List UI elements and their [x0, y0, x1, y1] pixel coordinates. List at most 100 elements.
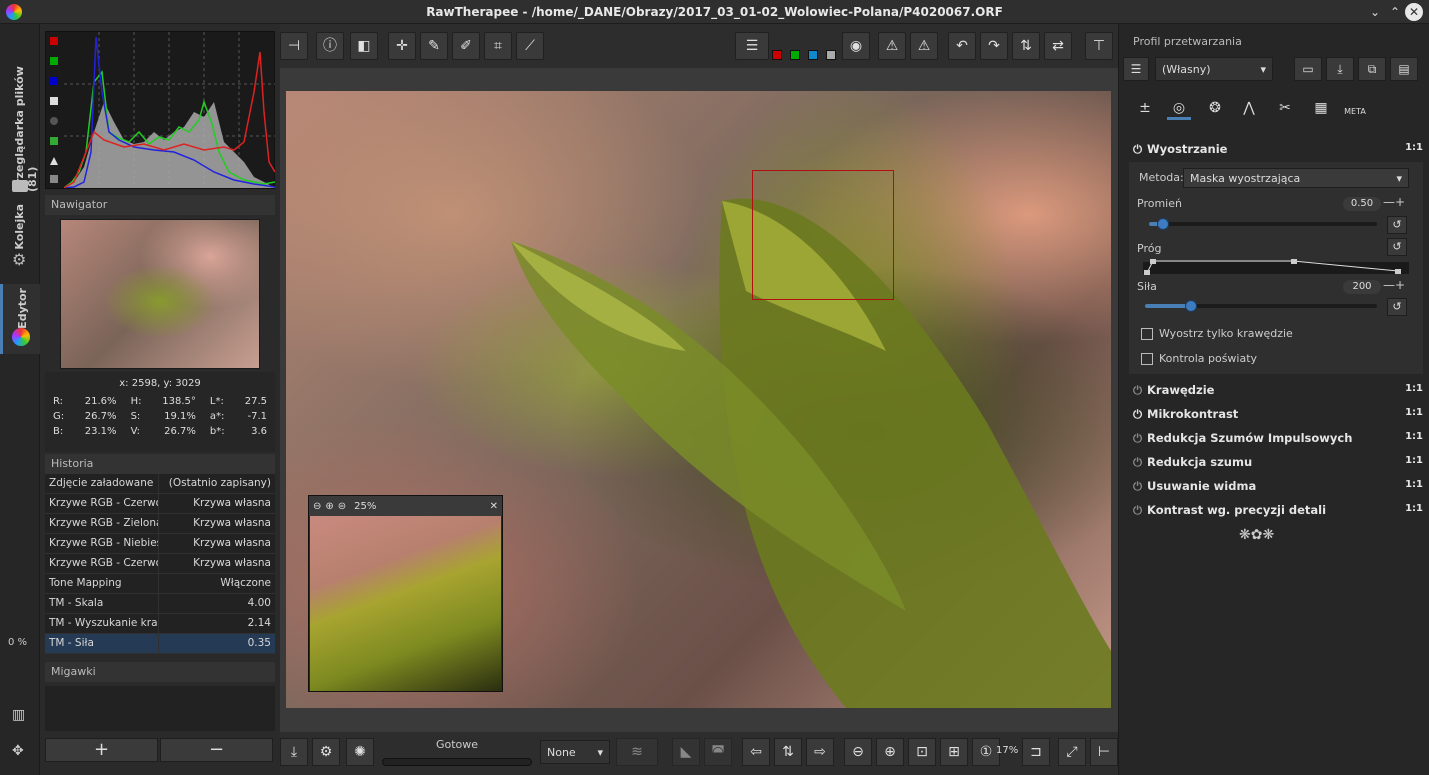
metadata-tab[interactable]: META: [1343, 96, 1367, 120]
clipped-shadows-button[interactable]: ⚠: [878, 32, 906, 60]
focus-mask-button[interactable]: ◉: [842, 32, 870, 60]
collapse-top-panel-button[interactable]: ⊤: [1085, 32, 1113, 60]
power-icon[interactable]: ⏻: [1133, 142, 1147, 157]
straighten-button[interactable]: ⟋: [516, 32, 544, 60]
method-select[interactable]: Maska wyostrzająca ▾: [1183, 168, 1409, 188]
bar-toggle[interactable]: [50, 157, 58, 165]
radius-value[interactable]: 0.50: [1343, 197, 1381, 211]
info-button[interactable]: ⓘ: [316, 32, 344, 60]
section-impulse-denoise[interactable]: ⏻ Redukcja Szumów Impulsowych 1:1: [1133, 431, 1423, 453]
tab-queue[interactable]: Kolejka ⚙: [0, 200, 40, 270]
navigator-preview[interactable]: [60, 219, 260, 369]
power-icon[interactable]: ⏻: [1133, 383, 1147, 398]
luminance-toggle[interactable]: [50, 97, 58, 105]
color-picker-button[interactable]: ✐: [452, 32, 480, 60]
detail-image[interactable]: [310, 516, 501, 691]
profile-select[interactable]: (Własny) ▾: [1155, 57, 1273, 81]
save-image-button[interactable]: ⤓: [280, 738, 308, 766]
history-row[interactable]: Tone Mapping Włączone: [45, 574, 275, 594]
soft-proof-combo[interactable]: None ▾: [540, 740, 610, 764]
edges-only-checkbox[interactable]: [1141, 328, 1153, 340]
filmstrip-icon[interactable]: ▥: [12, 707, 25, 723]
wavelet-tab[interactable]: ⋀: [1237, 96, 1261, 120]
next-image-button[interactable]: ⇨: [806, 738, 834, 766]
raw-toggle[interactable]: [50, 137, 58, 145]
detail-selection-rectangle[interactable]: [752, 170, 894, 300]
history-row-selected[interactable]: TM - Siła 0.35: [45, 634, 275, 654]
save-profile-button[interactable]: ⤓: [1326, 57, 1354, 81]
zoom-in-icon[interactable]: ⊕: [325, 501, 333, 512]
gamut-button[interactable]: ≋: [616, 738, 658, 766]
gamut-check-button[interactable]: ◚: [704, 738, 732, 766]
green-preview-toggle[interactable]: [790, 50, 800, 60]
preview-mode-button[interactable]: ☰: [735, 32, 769, 60]
collapse-right-panel-button[interactable]: ⊢: [1090, 738, 1118, 766]
history-row[interactable]: TM - Wyszukanie kraw… 2.14: [45, 614, 275, 634]
clipped-highlights-button[interactable]: ⚠: [910, 32, 938, 60]
detail-tab[interactable]: ◎: [1167, 96, 1191, 120]
rotate-right-button[interactable]: ↷: [980, 32, 1008, 60]
radius-reset-button[interactable]: ↺: [1387, 216, 1407, 234]
power-icon[interactable]: ⏻: [1133, 503, 1147, 518]
color-tab[interactable]: ❂: [1203, 96, 1227, 120]
amount-slider-knob[interactable]: [1185, 300, 1197, 312]
remove-snapshot-button[interactable]: −: [160, 738, 273, 762]
tab-editor[interactable]: Edytor: [0, 284, 40, 354]
sync-filmstrip-button[interactable]: ⇅: [774, 738, 802, 766]
flip-vertical-button[interactable]: ⇅: [1012, 32, 1040, 60]
zoom-fit-button[interactable]: ⊞: [940, 738, 968, 766]
detail-window[interactable]: ⊖ ⊕ ⊜ 25% ✕: [308, 495, 503, 692]
raw-tab[interactable]: ▦: [1309, 96, 1333, 120]
amount-reset-button[interactable]: ↺: [1387, 298, 1407, 316]
power-icon[interactable]: ⏻: [1133, 455, 1147, 470]
zoom-out-icon[interactable]: ⊖: [313, 501, 321, 512]
luminance-preview-toggle[interactable]: [826, 50, 836, 60]
snapshots-list[interactable]: [45, 686, 275, 731]
amount-value[interactable]: 200: [1343, 280, 1381, 294]
history-row[interactable]: TM - Skala 4.00: [45, 594, 275, 614]
red-preview-toggle[interactable]: [772, 50, 782, 60]
halo-control-checkbox[interactable]: [1141, 353, 1153, 365]
zoom-fit-crop-button[interactable]: ⊡: [908, 738, 936, 766]
power-icon[interactable]: ⏻: [1133, 431, 1147, 446]
collapse-left-panel-button[interactable]: ⊣: [280, 32, 308, 60]
maximize-button[interactable]: ⌃: [1386, 3, 1404, 21]
before-after-button[interactable]: ◧: [350, 32, 378, 60]
blue-preview-toggle[interactable]: [808, 50, 818, 60]
queue-button[interactable]: ⚙: [312, 738, 340, 766]
section-contrast-by-detail[interactable]: ⏻ Kontrast wg. precyzji detali 1:1: [1133, 503, 1423, 525]
history-row[interactable]: Krzywe RGB - Czerwona Krzywa własna: [45, 554, 275, 574]
history-row[interactable]: Krzywe RGB - Czerwona Krzywa własna: [45, 494, 275, 514]
exposure-tab[interactable]: ±: [1133, 96, 1157, 120]
history-row[interactable]: Krzywe RGB - Zielona Krzywa własna: [45, 514, 275, 534]
threshold-reset-button[interactable]: ↺: [1387, 238, 1407, 256]
threshold-curve[interactable]: [1143, 259, 1409, 275]
chroma-toggle[interactable]: [50, 117, 58, 125]
section-edges[interactable]: ⏻ Krawędzie 1:1: [1133, 383, 1423, 405]
close-detail-icon[interactable]: ✕: [490, 501, 498, 512]
sharpen-section-header[interactable]: ⏻ Wyostrzanie 1:1: [1133, 142, 1423, 164]
close-button[interactable]: ✕: [1405, 3, 1423, 21]
zoom-fit-icon[interactable]: ⊜: [338, 501, 346, 512]
zoom-out-button[interactable]: ⊖: [844, 738, 872, 766]
section-microcontrast[interactable]: ⏻ Mikrokontrast 1:1: [1133, 407, 1423, 429]
external-editor-button[interactable]: ✺: [346, 738, 374, 766]
hand-tool-button[interactable]: ✛: [388, 32, 416, 60]
transform-tab[interactable]: ✂: [1273, 96, 1297, 120]
radius-stepper[interactable]: —+: [1383, 195, 1405, 209]
load-profile-button[interactable]: ▭: [1294, 57, 1322, 81]
fullscreen-button[interactable]: ⤢: [1058, 738, 1086, 766]
amount-stepper[interactable]: —+: [1383, 278, 1405, 292]
flip-horizontal-button[interactable]: ⇄: [1044, 32, 1072, 60]
previous-image-button[interactable]: ⇦: [742, 738, 770, 766]
power-icon[interactable]: ⏻: [1133, 479, 1147, 494]
add-snapshot-button[interactable]: +: [45, 738, 158, 762]
navigator-viewport-frame[interactable]: [60, 219, 260, 369]
minimize-button[interactable]: ⌄: [1366, 3, 1384, 21]
radius-slider-knob[interactable]: [1157, 218, 1169, 230]
paste-profile-button[interactable]: ▤: [1390, 57, 1418, 81]
blue-channel-toggle[interactable]: [50, 77, 58, 85]
section-noise-reduction[interactable]: ⏻ Redukcja szumu 1:1: [1133, 455, 1423, 477]
mode-toggle[interactable]: [50, 175, 58, 183]
new-detail-window-button[interactable]: ⊐: [1022, 738, 1050, 766]
